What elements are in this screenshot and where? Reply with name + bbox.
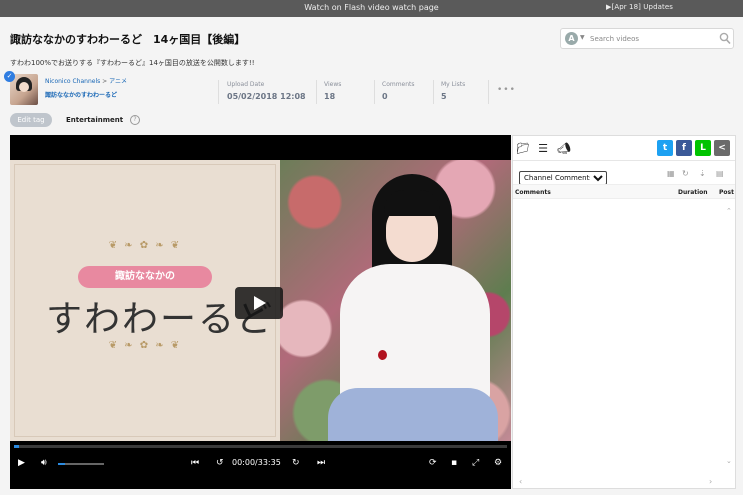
top-bar: Watch on Flash video watch page ▶[Apr 18… [0,0,743,17]
channel-name-link[interactable]: 諏訪ななかのすわわーるど [45,90,117,99]
channel-breadcrumb: Niconico Channels > アニメ [45,78,127,85]
comments-value: 0 [382,92,388,101]
video-description: すわわ100%でお送りする『すわわーるど』14ヶ国目の放送を公開数します!! [10,59,255,67]
search-icon[interactable] [719,32,731,45]
search-input[interactable] [590,32,715,46]
search-type-badge[interactable]: A [565,32,578,45]
volume-icon[interactable]: 🔊︎ [41,458,47,468]
scroll-down-icon[interactable]: ⌄ [726,457,732,465]
ornament-bottom: ❦ ❧ ✿ ❧ ❦ [108,340,182,351]
ornament-top: ❦ ❧ ✿ ❧ ❦ [108,240,182,251]
playlist-add-icon[interactable]: ☰ [535,141,551,156]
twitter-share-icon[interactable]: t [657,140,673,156]
horizontal-scrollbar[interactable]: ‹ › [513,477,735,488]
comments-stat: Comments 0 [382,81,415,101]
thumbnail-ribbon-text: 諏訪ななかの [78,266,212,288]
play-icon [254,296,266,310]
column-duration[interactable]: Duration [678,189,708,196]
scroll-right-icon[interactable]: › [709,477,712,486]
video-player[interactable]: ❦ ❧ ✿ ❧ ❦ 諏訪ななかの すわわーるど ❦ ❧ ✿ ❧ ❦ ▶ 🔊︎ ⏮… [10,135,511,489]
updates-link[interactable]: ▶[Apr 18] Updates [606,3,673,11]
time-display: 00:00/33:35 [232,458,281,467]
vertical-scrollbar[interactable]: ⌃ ⌄ [725,199,735,475]
comment-panel: 📁︎ ☰ 📣︎ t f L < Channel Comments ▦ ↻ ⇣ ▤… [512,135,736,489]
comments-label: Comments [382,81,415,88]
forward-10-icon[interactable]: ↻ [292,458,300,468]
views-label: Views [324,81,342,88]
panel-toolbar: 📁︎ ☰ 📣︎ t f L < [513,136,735,161]
upload-date-stat: Upload Date 05/02/2018 12:08 [227,81,306,101]
breadcrumb-niconico-channels[interactable]: Niconico Channels [45,78,100,85]
divider [488,80,489,104]
more-menu-button[interactable]: ••• [497,85,516,95]
scroll-down-icon[interactable]: ⇣ [699,169,706,178]
divider [316,80,317,104]
mylists-value: 5 [441,92,447,101]
upload-date-value: 05/02/2018 12:08 [227,92,306,101]
seek-bar[interactable] [14,445,507,448]
big-play-button[interactable] [235,287,283,319]
share-icon[interactable]: < [714,140,730,156]
chevron-down-icon[interactable]: ▼ [580,34,585,41]
upload-date-label: Upload Date [227,81,265,88]
tag-entertainment[interactable]: Entertainment [66,116,123,124]
scroll-left-icon[interactable]: ‹ [519,477,522,486]
divider [374,80,375,104]
advertise-icon[interactable]: 📣︎ [556,141,572,156]
reload-icon[interactable]: ↻ [682,169,689,178]
views-stat: Views 18 [324,81,341,101]
loop-icon[interactable]: ⟳ [429,458,437,468]
search-box: A ▼ [560,28,734,49]
rewind-10-icon[interactable]: ↺ [216,458,224,468]
mylists-stat: My Lists 5 [441,81,465,101]
divider [433,80,434,104]
skip-back-icon[interactable]: ⏮︎ [191,458,199,468]
column-post[interactable]: Post [719,189,734,196]
divider [218,80,219,104]
play-icon[interactable]: ▶ [18,458,25,468]
edit-tag-button[interactable]: Edit tag [10,113,52,127]
comment-toggle-icon[interactable]: ▪ [451,458,457,468]
help-icon[interactable]: ? [130,115,140,125]
comment-filter-select[interactable]: Channel Comments [519,171,607,185]
comment-bubble-icon[interactable]: ▤ [716,169,724,178]
facebook-share-icon[interactable]: f [676,140,692,156]
verified-check-icon: ✓ [4,71,15,82]
video-thumbnail[interactable]: ❦ ❧ ✿ ❧ ❦ 諏訪ななかの すわわーるど ❦ ❧ ✿ ❧ ❦ [10,160,511,441]
next-video-icon[interactable]: ⏭︎ [317,458,325,468]
comment-filter: Channel Comments [519,165,607,185]
player-controls: ▶ 🔊︎ ⏮︎ ↺ 00:00/33:35 ↻ ⏭︎ ⟳ ▪ ⤢ ⚙︎ [10,441,511,489]
line-share-icon[interactable]: L [695,140,711,156]
fullscreen-icon[interactable]: ⤢ [472,458,479,468]
settings-gear-icon[interactable]: ⚙︎ [494,458,502,468]
scroll-up-icon[interactable]: ⌃ [726,207,732,215]
calendar-icon[interactable]: ▦ [667,169,675,178]
video-title: 諏訪ななかのすわわーるど 14ヶ国目【後編】 [10,33,246,46]
volume-slider[interactable] [58,463,104,465]
mylist-add-icon[interactable]: 📁︎ [515,141,531,156]
breadcrumb-category[interactable]: アニメ [109,78,127,85]
thumbnail-photo [280,160,511,441]
column-comments[interactable]: Comments [515,189,551,196]
comment-list-header: Comments Duration Post [513,184,735,199]
views-value: 18 [324,92,336,101]
mylists-label: My Lists [441,81,466,88]
